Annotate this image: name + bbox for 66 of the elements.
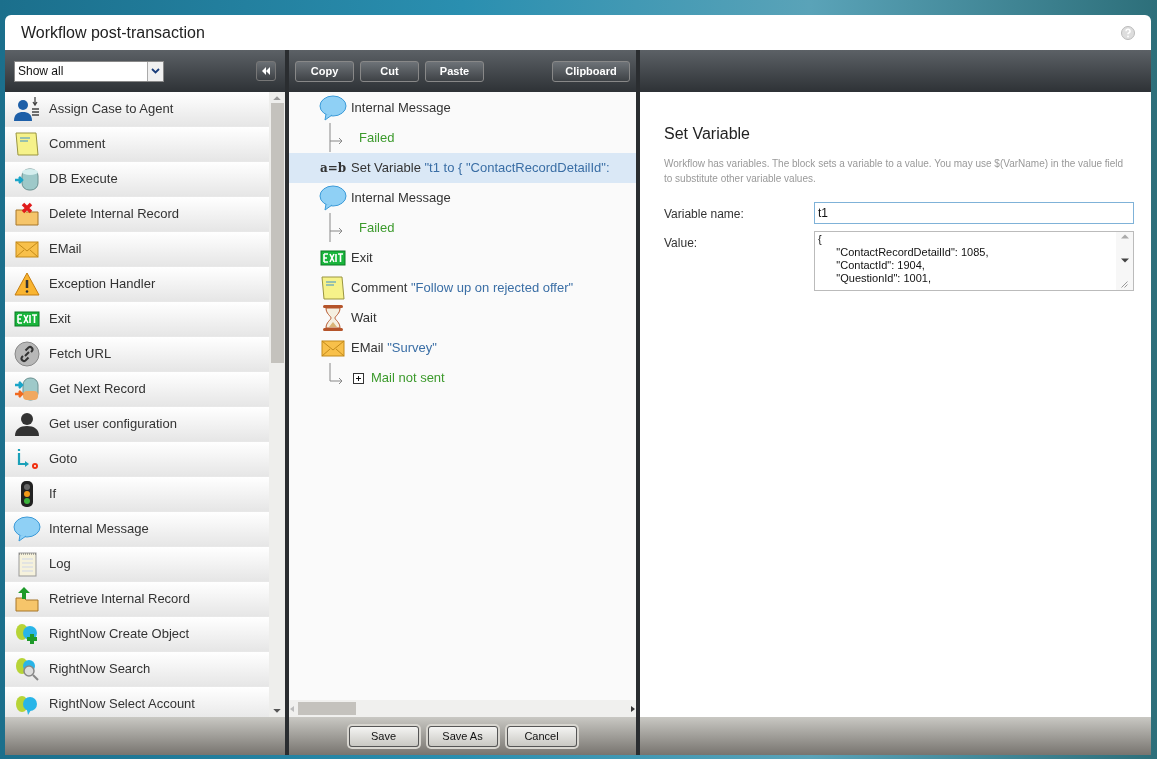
field-label: Variable name: — [664, 206, 745, 223]
flow-block[interactable]: EMail "Survey" — [289, 333, 636, 363]
connector-arrow — [329, 123, 343, 153]
help-icon[interactable] — [1121, 25, 1135, 40]
horizontal-scrollbar[interactable] — [289, 700, 636, 717]
outcome-label[interactable]: Failed — [359, 218, 395, 238]
flow-block[interactable]: Internal Message — [289, 93, 636, 123]
resize-grip-icon[interactable] — [1121, 281, 1128, 288]
envelope-icon — [14, 239, 40, 259]
scrollbar[interactable] — [269, 92, 285, 717]
folder-delete-icon — [14, 202, 40, 226]
scroll-up-icon[interactable] — [1120, 234, 1129, 239]
panel-title: Set Variable — [664, 124, 751, 144]
chevron-down-icon — [151, 68, 160, 74]
flow-block[interactable]: a=b Set Variable "t1 to { "ContactRecordDetailId": — [289, 153, 636, 183]
scrollbar-thumb[interactable] — [270, 103, 284, 363]
speech-bubble-icon — [319, 95, 347, 121]
person-silhouette-icon — [14, 412, 40, 436]
scroll-right-icon[interactable] — [631, 705, 635, 712]
toolbar-button[interactable]: Clipboard — [552, 60, 630, 82]
speech-bubble-icon — [319, 185, 347, 211]
collapse-button[interactable] — [256, 61, 276, 81]
leaf-plus-icon — [14, 621, 40, 647]
flow-block[interactable]: Internal Message — [289, 183, 636, 213]
palette-item[interactable]: RightNow Select Account — [5, 687, 269, 717]
database-arrows-icon — [14, 376, 40, 402]
dialog-button[interactable]: Save — [348, 725, 419, 747]
dialog-button[interactable]: Save As — [427, 725, 498, 747]
person-icon — [14, 97, 40, 121]
outcome-label[interactable]: Mail not sent — [371, 368, 445, 388]
toolbar-button[interactable]: Paste — [425, 60, 484, 82]
hourglass-icon — [320, 304, 346, 332]
speech-bubble-icon — [13, 516, 41, 542]
database-icon — [14, 166, 40, 192]
connector-arrow — [329, 213, 343, 243]
expand-toggle[interactable] — [353, 372, 364, 384]
value-textarea[interactable]: { "ContactRecordDetailId": 1085, "ContactId": 1904, "QuestionId": 1001, — [814, 231, 1134, 291]
envelope-icon — [320, 338, 346, 358]
window-title: Workflow post-transaction — [21, 22, 205, 43]
warning-icon — [14, 272, 40, 296]
scrollbar-thumb[interactable] — [298, 702, 356, 715]
double-chevron-left-icon — [261, 67, 271, 75]
sticky-note-icon — [14, 131, 40, 157]
dialog-button[interactable]: Cancel — [506, 725, 577, 747]
scroll-up-icon[interactable] — [273, 95, 281, 100]
connector-arrow — [329, 363, 343, 385]
assignment-icon: a=b — [319, 162, 347, 174]
flow-block[interactable]: Exit — [289, 243, 636, 273]
toolbar-button[interactable]: Copy — [295, 60, 354, 82]
exit-sign-icon — [14, 311, 40, 327]
toolbar-button[interactable]: Cut — [360, 60, 419, 82]
flow-block[interactable]: Comment "Follow up on rejected offer" — [289, 273, 636, 303]
filter-dropdown[interactable]: Show all — [14, 60, 164, 82]
field-label: Value: — [664, 235, 699, 252]
scroll-left-icon[interactable] — [290, 705, 294, 712]
folder-up-arrow-icon — [14, 586, 40, 612]
chain-link-icon — [14, 341, 40, 367]
description-text: Workflow has variables. The block sets a variable to a value. You may use $(VarName) in the value field to substitute other variable values. — [664, 157, 1124, 186]
scroll-down-icon[interactable] — [273, 709, 281, 714]
outcome-label[interactable]: Failed — [359, 128, 395, 148]
sticky-note-icon — [320, 275, 346, 301]
flow-block[interactable]: Wait — [289, 303, 636, 333]
scroll-down-icon[interactable] — [1120, 257, 1129, 263]
leaf-magnifier-icon — [14, 656, 40, 682]
variable-name-input[interactable]: t1 — [814, 202, 1134, 224]
exit-sign-icon — [320, 250, 346, 266]
